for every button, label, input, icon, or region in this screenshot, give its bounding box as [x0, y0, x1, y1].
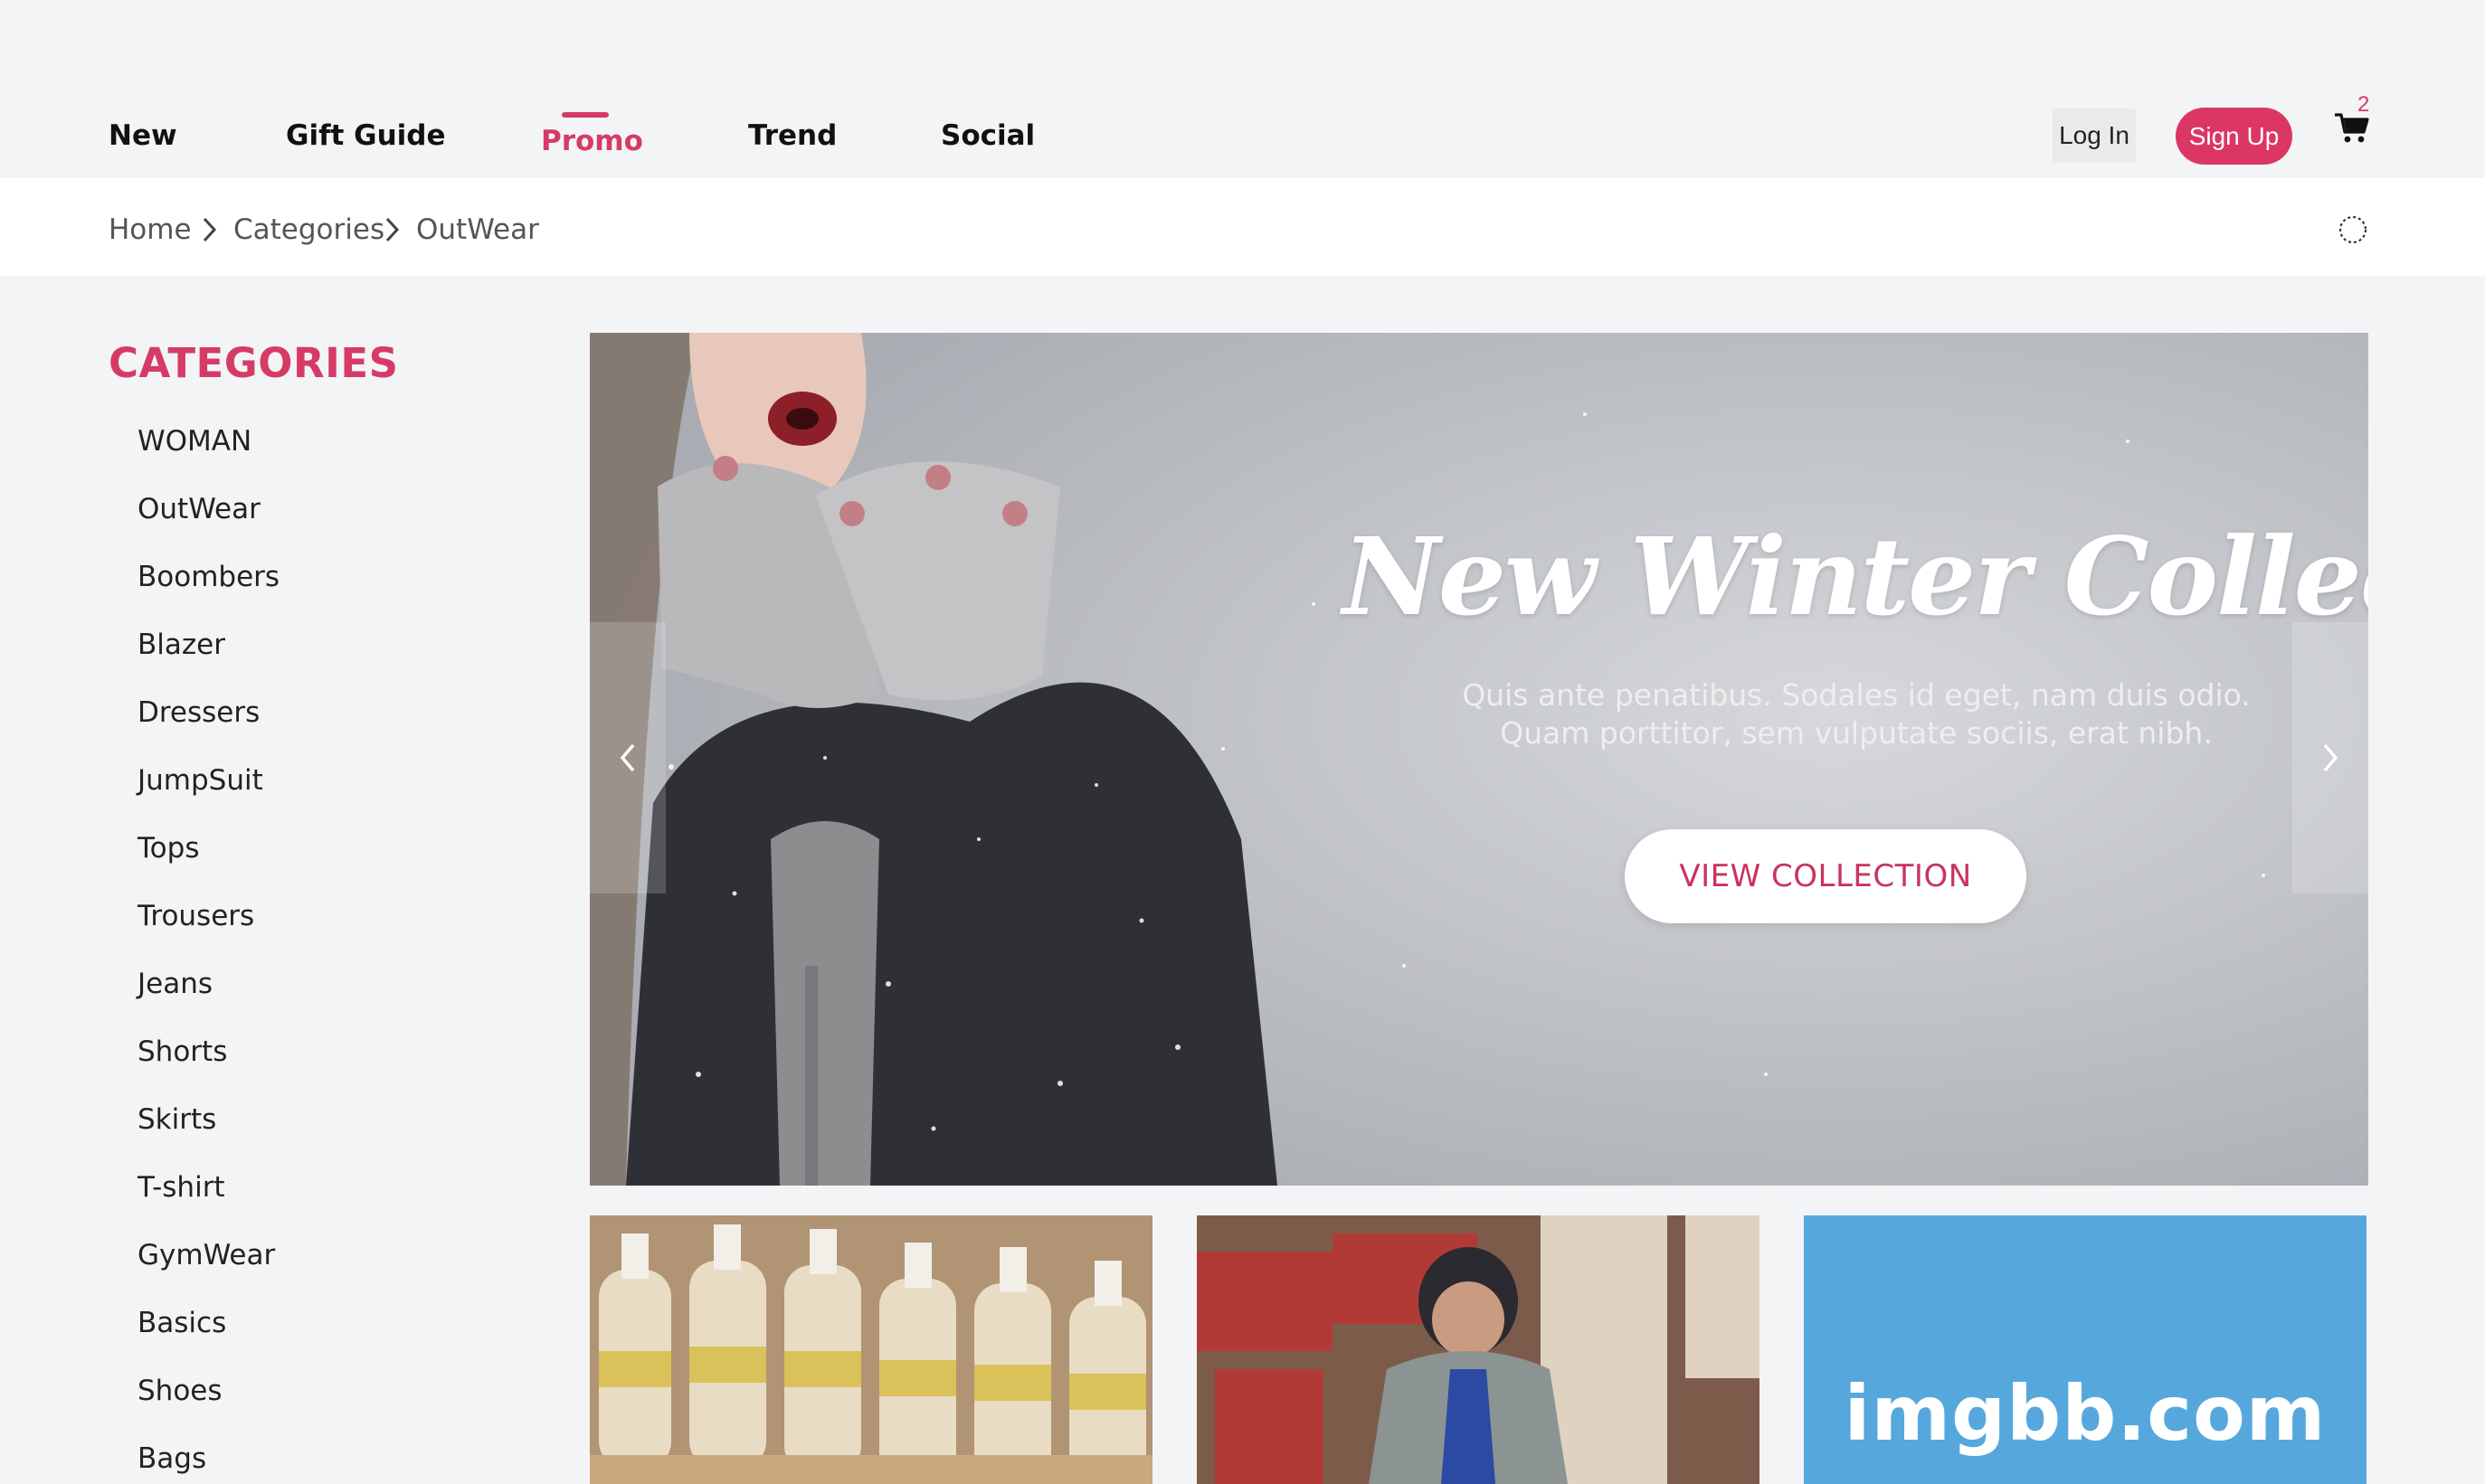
category-item-t-shirt[interactable]: T-shirt — [138, 1167, 280, 1235]
nav-item-trend[interactable]: Trend — [748, 116, 837, 156]
slider-prev-button[interactable] — [590, 622, 666, 893]
login-button[interactable]: Log In — [2053, 109, 2136, 163]
promo-tile-2[interactable] — [1197, 1215, 1759, 1484]
breadcrumb-outwear[interactable]: OutWear — [416, 210, 539, 250]
category-item-blazer[interactable]: Blazer — [138, 625, 280, 693]
hero-subtitle-line-2: Quam porttitor, sem vulputate sociis, er… — [1500, 715, 2213, 751]
chevron-left-icon — [620, 743, 635, 772]
category-item-outwear[interactable]: OutWear — [138, 489, 280, 557]
nav-item-gift-guide[interactable]: Gift Guide — [286, 116, 446, 156]
category-list: WOMAN OutWear Boombers Blazer Dressers J… — [138, 421, 280, 1484]
category-item-boombers[interactable]: Boombers — [138, 557, 280, 625]
category-item-basics[interactable]: Basics — [138, 1303, 280, 1371]
chevron-right-icon — [385, 217, 400, 242]
categories-heading: CATEGORIES — [109, 339, 399, 387]
loading-spinner-icon — [2338, 215, 2367, 244]
hero-subtitle-line-1: Quis ante penatibus. Sodales id eget, na… — [1462, 677, 2251, 713]
slider-next-button[interactable] — [2292, 622, 2368, 893]
promo-tile-3[interactable]: imgbb.com — [1804, 1215, 2366, 1484]
breadcrumb-categories[interactable]: Categories — [233, 210, 384, 250]
chevron-right-icon — [203, 217, 217, 242]
category-item-tops[interactable]: Tops — [138, 828, 280, 896]
category-item-shoes[interactable]: Shoes — [138, 1371, 280, 1439]
category-item-gymwear[interactable]: GymWear — [138, 1235, 280, 1303]
cart-count-badge: 2 — [2357, 92, 2370, 117]
bottled-drinks-image — [590, 1215, 1152, 1484]
breadcrumb-home[interactable]: Home — [109, 210, 192, 250]
category-item-trousers[interactable]: Trousers — [138, 896, 280, 964]
hero-slider[interactable]: New Winter Collection Quis ante penatibu… — [590, 333, 2368, 1186]
promo-tile-1[interactable] — [590, 1215, 1152, 1484]
view-collection-button[interactable]: VIEW COLLECTION — [1625, 829, 2026, 923]
chevron-right-icon — [2323, 743, 2338, 772]
signup-button[interactable]: Sign Up — [2176, 108, 2292, 165]
category-item-dressers[interactable]: Dressers — [138, 693, 280, 761]
warehouse-person-image — [1197, 1215, 1759, 1484]
category-item-jeans[interactable]: Jeans — [138, 964, 280, 1032]
nav-item-promo[interactable]: Promo — [541, 121, 643, 161]
category-item-shorts[interactable]: Shorts — [138, 1032, 280, 1100]
hero-subtitle: Quis ante penatibus. Sodales id eget, na… — [1386, 676, 2327, 752]
category-item-bags[interactable]: Bags — [138, 1439, 280, 1484]
category-item-jumpsuit[interactable]: JumpSuit — [138, 761, 280, 828]
hero-winter-image — [590, 333, 2368, 1186]
category-item-skirts[interactable]: Skirts — [138, 1100, 280, 1167]
nav-item-social[interactable]: Social — [941, 116, 1035, 156]
category-item-woman[interactable]: WOMAN — [138, 421, 280, 489]
nav-item-new[interactable]: New — [109, 116, 177, 156]
active-nav-indicator — [562, 112, 609, 118]
hero-title: New Winter Collection — [1342, 514, 2368, 639]
imgbb-placeholder-text: imgbb.com — [1844, 1369, 2327, 1458]
